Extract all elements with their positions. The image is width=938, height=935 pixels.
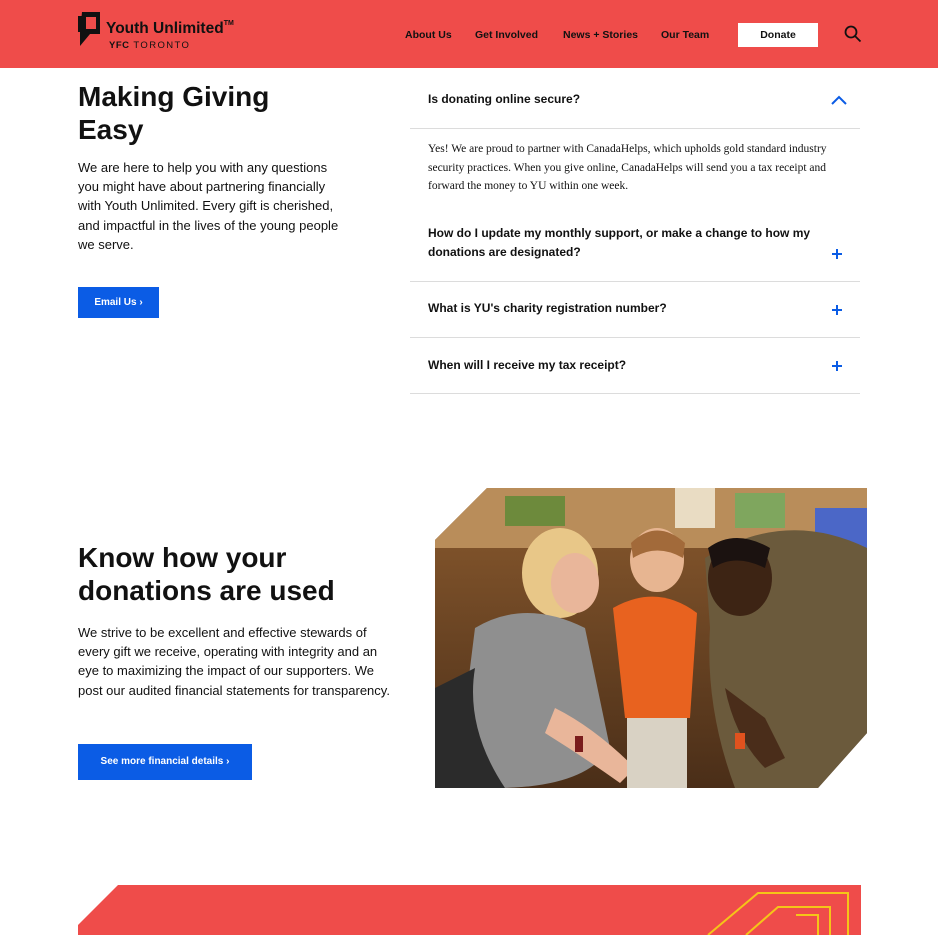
logo-subtitle: YFC TORONTO (109, 40, 191, 51)
plus-icon[interactable] (831, 304, 843, 316)
bottom-banner (78, 885, 861, 935)
faq-answer-1: Yes! We are proud to partner with Canada… (428, 143, 827, 192)
faq-divider (410, 281, 860, 282)
donations-text: We strive to be excellent and effective … (78, 625, 390, 698)
email-us-button[interactable]: Email Us › (78, 287, 159, 318)
search-icon[interactable] (844, 25, 862, 43)
site-header: Youth UnlimitedTM YFC TORONTO About Us G… (0, 0, 938, 68)
faq-question-4[interactable]: When will I receive my tax receipt? (428, 356, 838, 375)
donate-button[interactable]: Donate (738, 23, 818, 47)
logo-mark-icon (78, 12, 100, 46)
plus-icon[interactable] (831, 248, 843, 260)
giving-text: We are here to help you with any questio… (78, 160, 339, 252)
plus-icon[interactable] (831, 360, 843, 372)
nav-get-involved[interactable]: Get Involved (475, 29, 538, 41)
faq-divider (410, 393, 860, 394)
logo-name: Youth UnlimitedTM (106, 20, 234, 37)
faq-question-3[interactable]: What is YU's charity registration number… (428, 299, 838, 318)
donations-heading: Know how your donations are used (78, 542, 335, 606)
chevron-up-icon[interactable] (830, 94, 848, 106)
faq-divider (410, 337, 860, 338)
financial-details-button[interactable]: See more financial details › (78, 744, 252, 780)
faq-divider (410, 128, 860, 129)
site-logo[interactable]: Youth UnlimitedTM YFC TORONTO (78, 12, 258, 54)
nav-news-stories[interactable]: News + Stories (563, 29, 638, 41)
volunteers-with-child-photo (435, 488, 867, 788)
nav-our-team[interactable]: Our Team (661, 29, 709, 41)
faq-question-2[interactable]: How do I update my monthly support, or m… (428, 224, 838, 262)
nav-about-us[interactable]: About Us (405, 29, 452, 41)
giving-heading: Making Giving Easy (78, 81, 270, 145)
faq-question-1[interactable]: Is donating online secure? (428, 92, 580, 106)
